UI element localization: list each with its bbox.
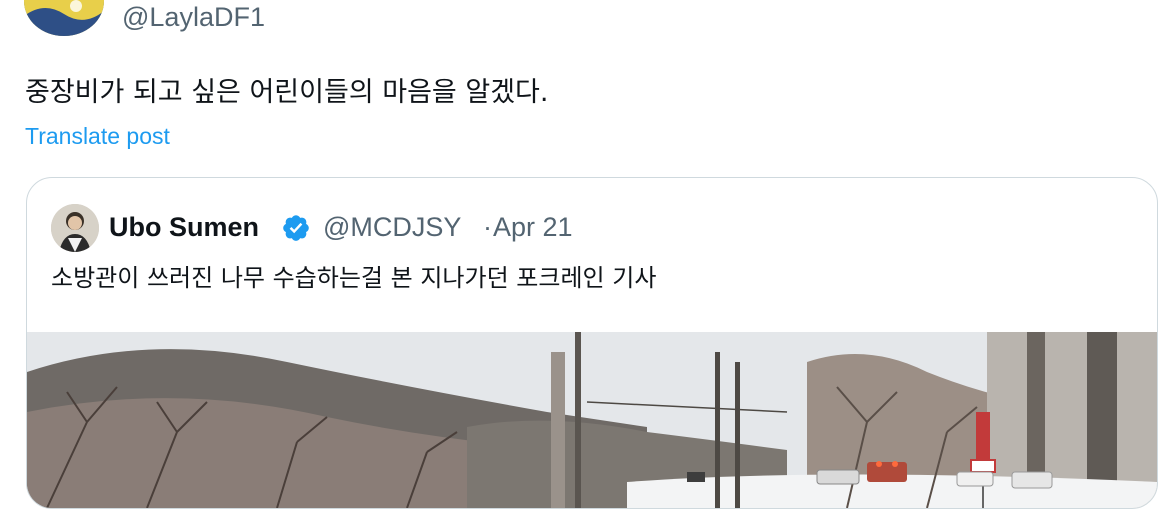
author-handle[interactable]: @LaylaDF1 <box>122 0 265 34</box>
quoted-post-text: 소방관이 쓰러진 나무 수습하는걸 본 지나가던 포크레인 기사 <box>51 264 657 292</box>
author-avatar[interactable] <box>24 0 104 36</box>
quoted-post-date[interactable]: Apr 21 <box>493 209 573 245</box>
quoted-author-handle[interactable]: @MCDJSY <box>323 209 461 245</box>
quoted-author-avatar[interactable] <box>51 204 99 252</box>
translate-post-link[interactable]: Translate post <box>25 120 170 152</box>
quoted-post-image[interactable] <box>27 332 1157 508</box>
verified-badge-icon <box>281 213 311 243</box>
post-text: 중장비가 되고 싶은 어린이들의 마음을 알겠다. <box>25 77 549 108</box>
quoted-author-name[interactable]: Ubo Sumen <box>109 209 259 245</box>
meta-separator: · <box>483 212 492 242</box>
quoted-post-card[interactable]: Ubo Sumen @MCDJSY · Apr 21 소방관이 쓰러진 나무 수… <box>26 177 1158 509</box>
